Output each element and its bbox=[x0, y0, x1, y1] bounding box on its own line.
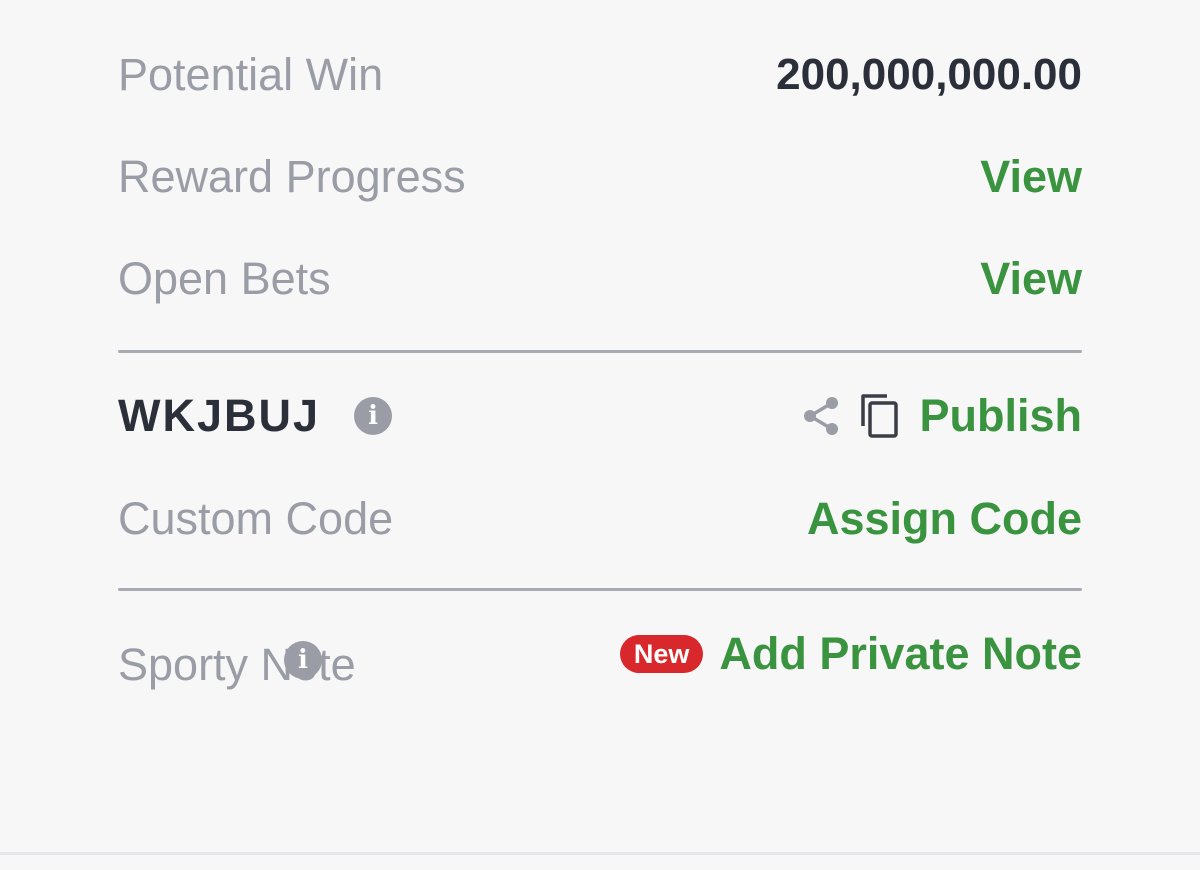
open-bets-view-link[interactable]: View bbox=[980, 253, 1082, 305]
reward-progress-row: Reward Progress View bbox=[118, 150, 1082, 204]
sporty-note-label: Sporty Note bbox=[118, 639, 356, 690]
reward-progress-view-link[interactable]: View bbox=[980, 151, 1082, 203]
bottom-divider bbox=[0, 852, 1200, 855]
assign-code-link[interactable]: Assign Code bbox=[807, 493, 1082, 545]
info-icon[interactable]: i bbox=[354, 397, 393, 435]
new-badge: New bbox=[619, 634, 704, 674]
potential-win-label: Potential Win bbox=[118, 49, 384, 100]
booking-code: WKJBUJ bbox=[118, 390, 321, 441]
info-icon[interactable]: i bbox=[284, 641, 322, 679]
potential-win-value: 200,000,000.00 bbox=[776, 50, 1082, 99]
add-private-note-link[interactable]: Add Private Note bbox=[719, 628, 1082, 680]
divider bbox=[118, 588, 1082, 591]
reward-progress-label: Reward Progress bbox=[118, 151, 466, 202]
booking-code-row: WKJBUJ i Publish bbox=[118, 390, 1082, 442]
divider bbox=[118, 350, 1082, 353]
publish-button[interactable]: Publish bbox=[919, 390, 1082, 442]
sporty-note-label-group: Sporty Note i bbox=[118, 630, 378, 700]
bet-summary-panel: Potential Win 200,000,000.00 Reward Prog… bbox=[118, 0, 1082, 852]
custom-code-label: Custom Code bbox=[118, 493, 394, 544]
potential-win-row: Potential Win 200,000,000.00 bbox=[118, 48, 1082, 102]
add-private-note-group: New Add Private Note bbox=[619, 628, 1082, 680]
copy-icon[interactable] bbox=[859, 392, 901, 440]
open-bets-row: Open Bets View bbox=[118, 252, 1082, 306]
share-icon[interactable] bbox=[801, 395, 841, 437]
open-bets-label: Open Bets bbox=[118, 253, 331, 304]
custom-code-row: Custom Code Assign Code bbox=[118, 492, 1082, 546]
